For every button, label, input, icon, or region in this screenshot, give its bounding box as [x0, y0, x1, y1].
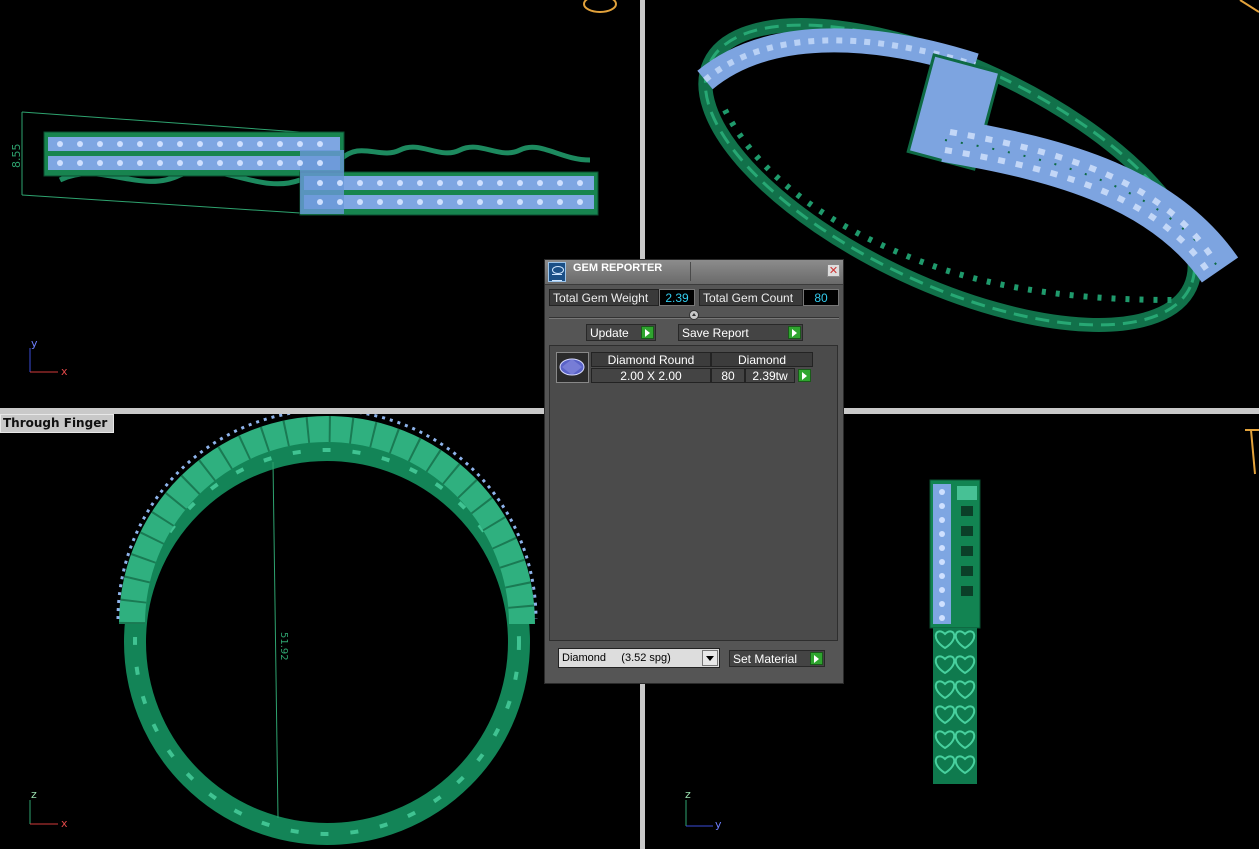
- chevron-down-icon[interactable]: [702, 650, 718, 666]
- gem-reporter-panel: GEM REPORTER ✕ Total Gem Weight 2.39 Tot…: [544, 259, 844, 684]
- gem-size-cell: 2.00 X 2.00: [591, 368, 711, 383]
- panel-title: GEM REPORTER: [573, 262, 663, 274]
- play-arrow-icon: [788, 326, 801, 339]
- axis-x-label: x: [61, 817, 68, 830]
- play-arrow-icon: [641, 326, 654, 339]
- axis-z-label: z: [685, 788, 691, 801]
- save-report-button[interactable]: Save Report: [678, 324, 803, 341]
- viewport-label[interactable]: Through Finger: [0, 414, 115, 433]
- title-separator: [690, 262, 691, 281]
- total-gem-count-value: 80: [803, 289, 839, 306]
- gem-weight-cell: 2.39tw: [745, 368, 795, 383]
- dimension-label-height: 8.55: [10, 144, 23, 169]
- play-arrow-icon: [810, 652, 823, 665]
- material-select-value: Diamond (3.52 spg): [562, 652, 671, 664]
- axis-y-label: y: [31, 337, 38, 350]
- dimension-label-diameter: 51.92: [278, 632, 289, 661]
- total-gem-count-label: Total Gem Count: [699, 289, 803, 306]
- set-material-button[interactable]: Set Material: [729, 650, 825, 667]
- gem-shape-header: Diamond Round: [591, 352, 711, 367]
- axis-z-label: z: [31, 788, 37, 801]
- axis-x-label: x: [61, 365, 68, 378]
- total-gem-weight-value: 2.39: [659, 289, 695, 306]
- close-icon[interactable]: ✕: [827, 264, 840, 277]
- total-gem-weight-label: Total Gem Weight: [549, 289, 659, 306]
- gem-count-cell: 80: [711, 368, 745, 383]
- splitter-handle[interactable]: [689, 310, 699, 320]
- play-arrow-icon: [798, 369, 811, 382]
- material-select[interactable]: Diamond (3.52 spg): [558, 648, 720, 668]
- gem-row-select-button[interactable]: [795, 368, 812, 384]
- round-diamond-icon: [556, 352, 589, 383]
- gem-list[interactable]: Diamond Round Diamond 2.00 X 2.00 80 2.3…: [549, 345, 838, 641]
- update-button-label: Update: [590, 326, 629, 340]
- axis-y-label: y: [715, 818, 722, 831]
- set-material-button-label: Set Material: [733, 652, 798, 666]
- update-button[interactable]: Update: [586, 324, 656, 341]
- panel-titlebar[interactable]: GEM REPORTER ✕: [545, 260, 843, 285]
- save-report-button-label: Save Report: [682, 326, 749, 340]
- gem-reporter-app-icon: [548, 262, 566, 282]
- gem-material-header: Diamond: [711, 352, 813, 367]
